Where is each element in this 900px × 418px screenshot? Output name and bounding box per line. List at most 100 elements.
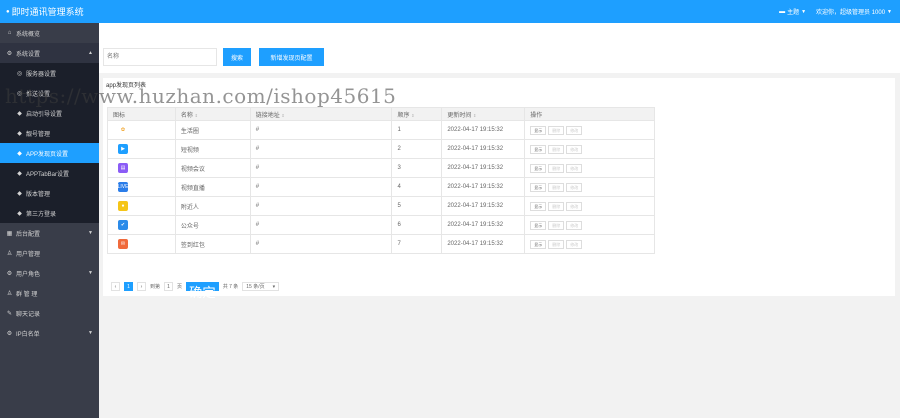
discover-table: 图标 名称 ⇕ 链接地址 ⇕ 顺序 ⇕ 更新时间 ⇕ 操作 ✿ 生活圈 #1 2022… xyxy=(107,107,655,254)
user-icon: ♙ xyxy=(6,250,13,257)
cell-icon: ● xyxy=(107,196,176,216)
sidebar-subitem-vip-number[interactable]: ◆ 靓号管理 xyxy=(0,123,99,143)
edit-button[interactable]: 修改 xyxy=(566,239,583,249)
sidebar-item-overview[interactable]: ⌂ 系统概览 xyxy=(0,23,99,43)
layers-icon: ◆ xyxy=(17,150,22,157)
group-icon: ♙ xyxy=(6,290,13,297)
delete-button[interactable]: 删除 xyxy=(548,144,565,154)
edit-button[interactable]: 修改 xyxy=(566,201,583,211)
theme-menu[interactable]: ▬ 主题 ▼ xyxy=(779,7,806,17)
edit-button[interactable]: 修改 xyxy=(566,125,583,135)
search-button[interactable]: 搜索 xyxy=(223,48,251,66)
app-title: ● 即时通讯管理系统 xyxy=(6,5,84,18)
delete-button[interactable]: 删除 xyxy=(548,163,565,173)
edit-button[interactable]: 修改 xyxy=(566,182,583,192)
layers-icon: ◆ xyxy=(17,110,22,117)
layers-icon: ◆ xyxy=(17,170,22,177)
show-button[interactable]: 显示 xyxy=(530,125,547,135)
sidebar-item-user-roles[interactable]: ⚙ 用户角色 ▼ xyxy=(0,263,99,283)
prev-page-button[interactable]: ‹ xyxy=(111,282,120,291)
delete-button[interactable]: 删除 xyxy=(548,201,565,211)
page-input[interactable]: 1 xyxy=(164,282,174,291)
sidebar-subitem-label: 服务器设置 xyxy=(26,71,57,78)
layers-icon: ◆ xyxy=(17,210,22,217)
cell-order: 1 xyxy=(391,120,443,140)
sort-icon: ⇕ xyxy=(411,112,415,118)
sidebar-item-system-settings[interactable]: ⚙ 系统设置 ▲ xyxy=(0,43,99,63)
table-row: ▶ 短视频 #2 2022-04-17 19:15:32 显示 删除 修改 xyxy=(107,139,655,159)
show-button[interactable]: 显示 xyxy=(530,163,547,173)
edit-button[interactable]: 修改 xyxy=(566,163,583,173)
current-page[interactable]: 1 xyxy=(124,282,133,291)
page-size-value: 15 条/页 xyxy=(246,284,265,290)
sidebar-subitem-tabbar[interactable]: ◆ APPTabBar设置 xyxy=(0,163,99,183)
cell-actions: 显示 删除 修改 xyxy=(524,158,655,178)
next-page-button[interactable]: › xyxy=(137,282,146,291)
theme-icon: ▬ xyxy=(779,8,786,15)
system-settings-submenu: ◎ 服务器设置 ◎ 推送设置 ◆ 启动引导设置 ◆ 靓号管理 ◆ APP发现页设… xyxy=(0,63,99,223)
delete-button[interactable]: 删除 xyxy=(548,220,565,230)
sidebar-item-chat-log[interactable]: ✎ 聊天记录 xyxy=(0,303,99,323)
cell-updated: 2022-04-17 19:15:32 xyxy=(441,215,526,235)
cell-updated: 2022-04-17 19:15:32 xyxy=(441,139,526,159)
col-link[interactable]: 链接地址 ⇕ xyxy=(249,107,393,121)
goto-label: 到第 xyxy=(150,284,161,290)
show-button[interactable]: 显示 xyxy=(530,144,547,154)
total-count: 共 7 条 xyxy=(222,284,239,290)
layers-icon: ◆ xyxy=(17,130,22,137)
sidebar-item-groups[interactable]: ♙ 群 管 理 xyxy=(0,283,99,303)
delete-button[interactable]: 删除 xyxy=(548,125,565,135)
sidebar-subitem-label: APPTabBar设置 xyxy=(26,171,70,178)
sort-icon: ⇕ xyxy=(281,112,285,118)
edit-button[interactable]: 修改 xyxy=(566,144,583,154)
delete-button[interactable]: 删除 xyxy=(548,182,565,192)
cell-link: # xyxy=(249,215,393,235)
sidebar-item-label: 用户角色 xyxy=(16,271,41,278)
col-name[interactable]: 名称 ⇕ xyxy=(174,107,251,121)
app-icon: LIVE xyxy=(117,182,129,192)
table-row: ● 附近人 #5 2022-04-17 19:15:32 显示 删除 修改 xyxy=(107,196,655,216)
sidebar-subitem-label: 启动引导设置 xyxy=(26,111,63,118)
sidebar-item-label: 系统设置 xyxy=(16,51,41,58)
sidebar-subitem-app-discover[interactable]: ◆ APP发现页设置 xyxy=(0,143,99,163)
sidebar-subitem-version[interactable]: ◆ 版本管理 xyxy=(0,183,99,203)
show-button[interactable]: 显示 xyxy=(530,182,547,192)
grid-icon: ▦ xyxy=(6,230,13,237)
sidebar-subitem-server[interactable]: ◎ 服务器设置 xyxy=(0,63,99,83)
user-menu[interactable]: 欢迎你，超级管理员 1000 ▼ xyxy=(816,7,892,17)
home-icon: ⌂ xyxy=(7,30,12,36)
sidebar-subitem-label: 推送设置 xyxy=(26,91,51,98)
page-size-select[interactable]: 15 条/页 ▾ xyxy=(242,282,280,291)
sidebar-item-label: IP白名单 xyxy=(16,331,40,338)
sidebar-item-users[interactable]: ♙ 用户管理 xyxy=(0,243,99,263)
edit-button[interactable]: 修改 xyxy=(566,220,583,230)
cell-updated: 2022-04-17 19:15:32 xyxy=(441,234,526,254)
sidebar-item-backend-config[interactable]: ▦ 后台配置 ▼ xyxy=(0,223,99,243)
page-unit: 页 xyxy=(177,284,183,290)
sidebar-item-ip-whitelist[interactable]: ⚙ IP白名单 ▼ xyxy=(0,323,99,343)
search-input[interactable] xyxy=(103,48,217,66)
table-row: ▤ 视频会议 #3 2022-04-17 19:15:32 显示 删除 修改 xyxy=(107,158,655,178)
show-button[interactable]: 显示 xyxy=(530,220,547,230)
sidebar-subitem-launch-guide[interactable]: ◆ 启动引导设置 xyxy=(0,103,99,123)
add-discover-config-button[interactable]: 新增发现页配置 xyxy=(259,48,324,66)
cell-updated: 2022-04-17 19:15:32 xyxy=(441,177,526,197)
caret-down-icon: ▼ xyxy=(887,8,892,15)
show-button[interactable]: 显示 xyxy=(530,201,547,211)
sidebar-subitem-third-party-login[interactable]: ◆ 第三方登录 xyxy=(0,203,99,223)
chevron-up-icon: ▲ xyxy=(88,50,93,56)
welcome-text: 欢迎你，超级管理员 1000 xyxy=(816,10,886,16)
col-updated[interactable]: 更新时间 ⇕ xyxy=(441,107,526,121)
delete-button[interactable]: 删除 xyxy=(548,239,565,249)
cell-name: 生活圈 xyxy=(174,120,251,140)
top-bar: ● 即时通讯管理系统 ▬ 主题 ▼ 欢迎你，超级管理员 1000 ▼ xyxy=(0,0,900,23)
confirm-page-button[interactable]: 确定 xyxy=(186,282,219,300)
cell-icon: ✔ xyxy=(107,215,176,235)
col-order[interactable]: 顺序 ⇕ xyxy=(391,107,443,121)
show-button[interactable]: 显示 xyxy=(530,239,547,249)
sidebar-subitem-push[interactable]: ◎ 推送设置 xyxy=(0,83,99,103)
cell-updated: 2022-04-17 19:15:32 xyxy=(441,158,526,178)
app-title-text: 即时通讯管理系统 xyxy=(11,7,84,17)
cell-icon: ▶ xyxy=(107,139,176,159)
cell-actions: 显示 删除 修改 xyxy=(524,215,655,235)
